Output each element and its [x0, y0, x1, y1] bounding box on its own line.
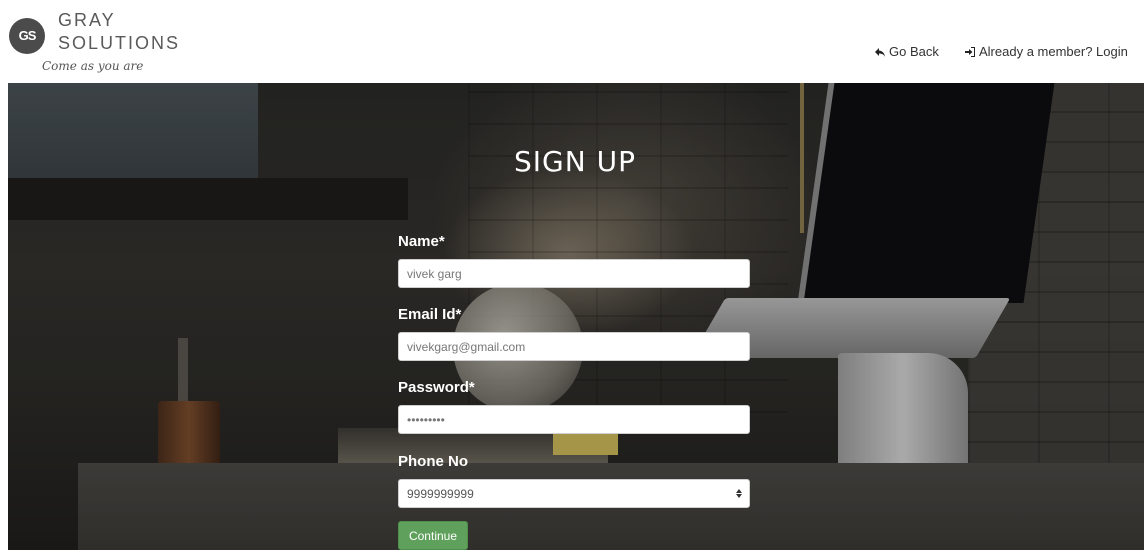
email-field[interactable] [398, 332, 750, 361]
email-label: Email Id* [398, 306, 462, 323]
name-field[interactable] [398, 259, 750, 288]
sign-in-icon [965, 46, 975, 57]
phone-field[interactable] [398, 479, 750, 508]
logo-mark: GS [9, 18, 45, 54]
password-label: Password* [398, 379, 475, 396]
password-field[interactable] [398, 405, 750, 434]
logo-text-gray: GRAY [58, 10, 116, 30]
login-link[interactable]: Already a member? Login [964, 44, 1128, 59]
stepper-down-icon[interactable] [736, 493, 742, 498]
stepper-up-icon[interactable] [736, 488, 742, 493]
go-back-label: Go Back [889, 44, 939, 59]
top-header: GS GRAY SOLUTIONS Come as you are Go Bac… [0, 0, 1144, 83]
login-label: Already a member? Login [979, 44, 1128, 59]
phone-field-wrapper [398, 479, 750, 508]
brand-logo[interactable]: GS GRAY SOLUTIONS Come as you are [6, 6, 206, 80]
phone-label: Phone No [398, 453, 468, 470]
phone-stepper[interactable] [734, 486, 744, 500]
reply-arrow-icon [875, 47, 885, 57]
page-title: SIGN UP [514, 145, 636, 178]
go-back-link[interactable]: Go Back [874, 44, 939, 59]
name-label: Name* [398, 233, 445, 250]
logo-tagline: Come as you are [42, 59, 144, 73]
hero-background: SIGN UP Name* Email Id* Password* Phone … [8, 83, 1144, 550]
logo-text-solutions: SOLUTIONS [58, 33, 181, 53]
continue-button[interactable]: Continue [398, 521, 468, 550]
